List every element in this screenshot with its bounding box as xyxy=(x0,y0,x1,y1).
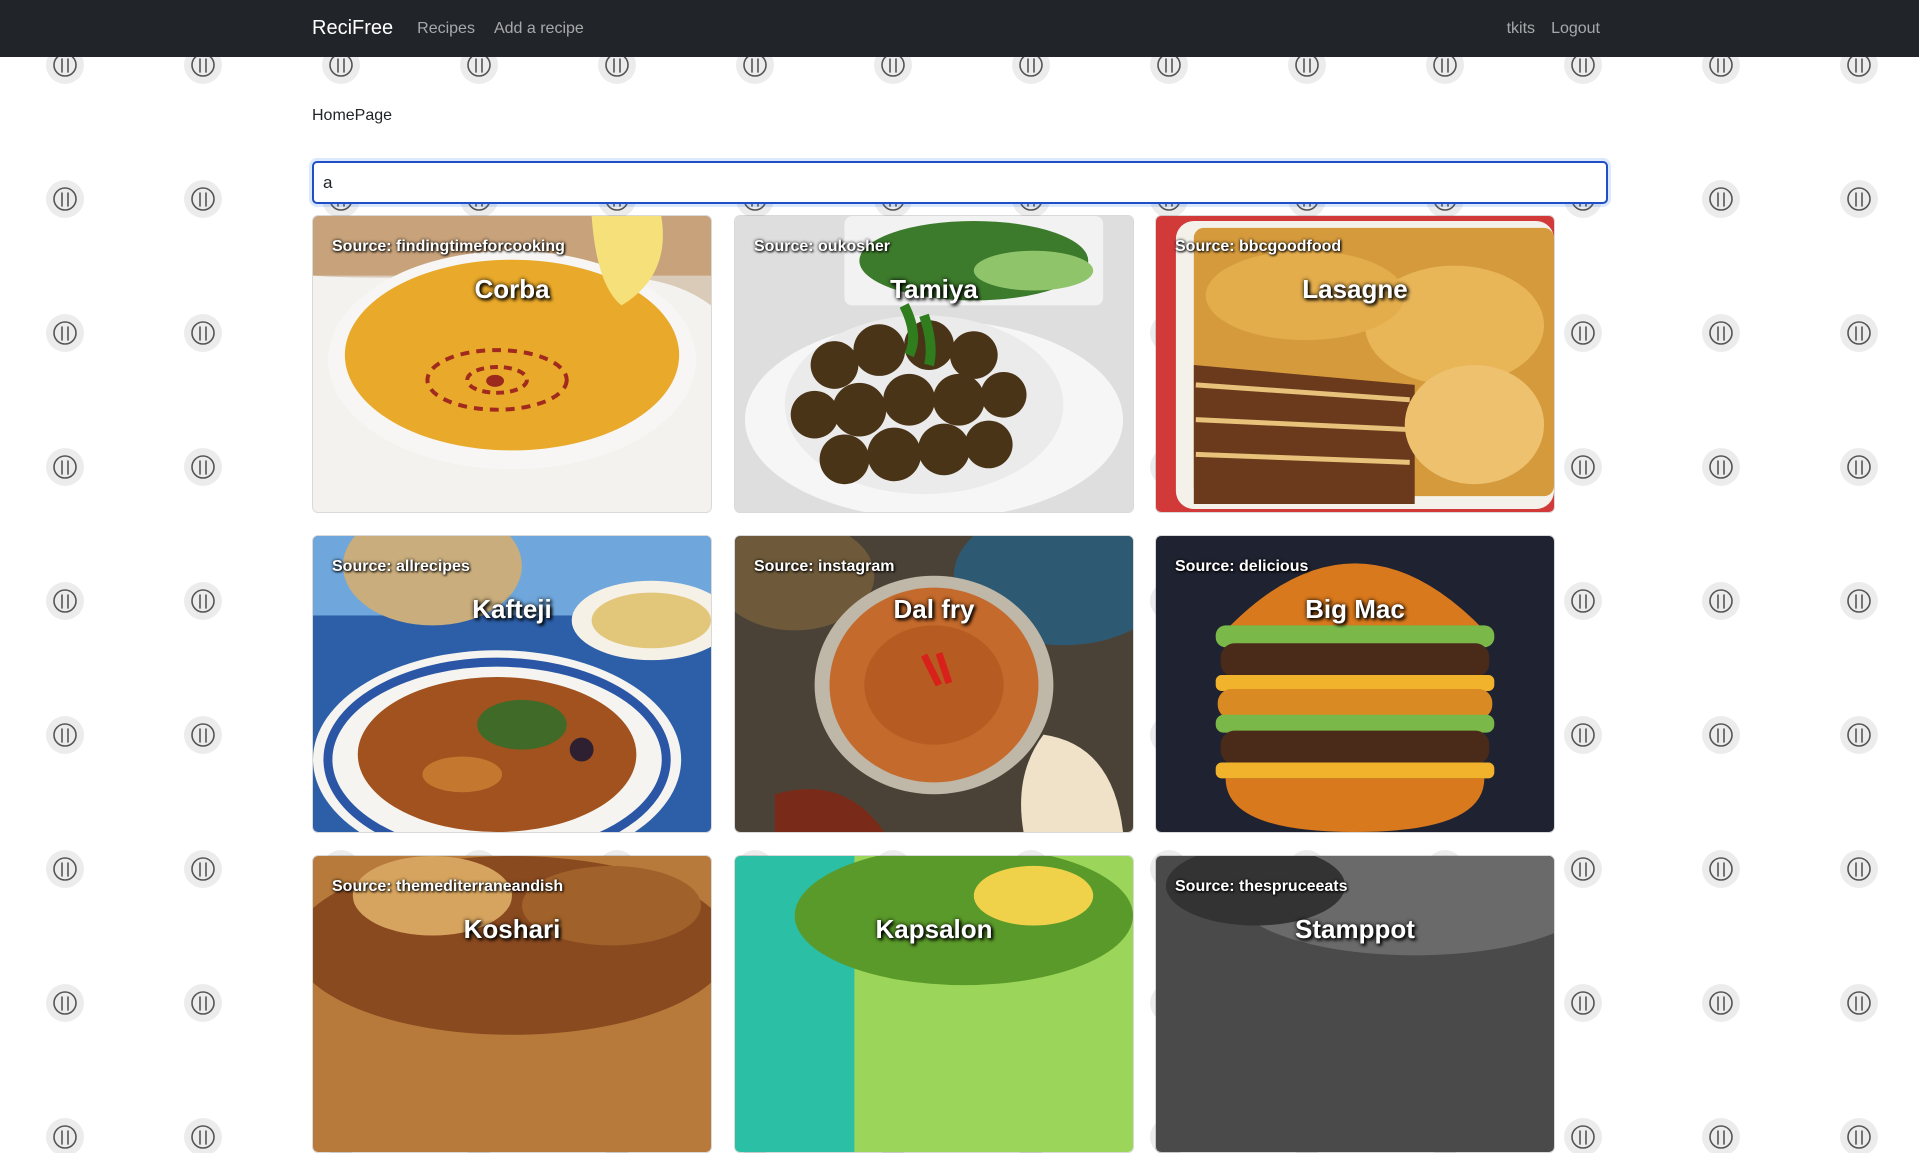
logout-link[interactable]: Logout xyxy=(1551,20,1600,38)
recipe-card-corba[interactable]: Source: findingtimeforcooking Corba xyxy=(312,215,712,513)
user-link[interactable]: tkits xyxy=(1507,20,1535,38)
recipe-source: Source: themediterraneandish xyxy=(332,878,564,895)
recipe-title: Lasagne xyxy=(1302,274,1408,304)
recipe-title: Tamiya xyxy=(890,274,978,304)
recipe-photo xyxy=(735,856,1133,1152)
recipe-source: Source: delicious xyxy=(1175,558,1309,575)
recipe-card-kafteji[interactable]: Source: allrecipes Kafteji xyxy=(312,535,712,833)
recipe-photo xyxy=(735,216,1133,512)
recipe-title: Koshari xyxy=(463,914,561,944)
recipe-source: Source: allrecipes xyxy=(332,558,470,575)
recipe-photo xyxy=(313,856,711,1152)
recipe-title: Kafteji xyxy=(472,594,552,624)
recipe-photo xyxy=(1156,856,1554,1152)
recipe-source: Source: thespruceeats xyxy=(1175,878,1348,895)
recipe-photo xyxy=(735,536,1133,832)
recipe-title: Big Mac xyxy=(1305,594,1405,624)
navbar-user-area: tkits Logout xyxy=(1491,0,1600,57)
recipe-title: Corba xyxy=(474,274,550,304)
navbar: ReciFree Recipes Add a recipe tkits Logo… xyxy=(0,0,1919,57)
nav-link-add-recipe[interactable]: Add a recipe xyxy=(494,20,584,38)
brand-link[interactable]: ReciFree xyxy=(312,17,393,40)
recipe-card-kapsalon[interactable]: Kapsalon xyxy=(734,855,1134,1153)
recipe-title: Kapsalon xyxy=(875,914,993,944)
recipe-source: Source: findingtimeforcooking xyxy=(332,238,565,255)
recipe-card-stamppot[interactable]: Source: thespruceeats Stamppot xyxy=(1155,855,1555,1153)
recipe-photo xyxy=(1156,536,1554,832)
recipe-card-tamiya[interactable]: Source: oukosher Tamiya xyxy=(734,215,1134,513)
search-input[interactable] xyxy=(312,161,1608,204)
recipe-title: Stamppot xyxy=(1295,914,1415,944)
page-title: HomePage xyxy=(312,107,393,124)
recipe-card-big-mac[interactable]: Source: delicious Big Mac xyxy=(1155,535,1555,833)
recipe-card-koshari[interactable]: Source: themediterraneandish Koshari xyxy=(312,855,712,1153)
recipe-source: Source: instagram xyxy=(754,558,895,575)
recipe-card-lasagne[interactable]: Source: bbcgoodfood Lasagne xyxy=(1155,215,1555,513)
recipe-title: Dal fry xyxy=(893,594,975,624)
recipe-card-dal-fry[interactable]: Source: instagram Dal fry xyxy=(734,535,1134,833)
recipe-source: Source: oukosher xyxy=(754,238,891,255)
recipe-photo xyxy=(313,536,711,832)
nav-link-recipes[interactable]: Recipes xyxy=(417,20,475,38)
recipe-source: Source: bbcgoodfood xyxy=(1175,238,1342,255)
recipe-photo xyxy=(1156,216,1554,512)
recipe-photo xyxy=(313,216,711,512)
